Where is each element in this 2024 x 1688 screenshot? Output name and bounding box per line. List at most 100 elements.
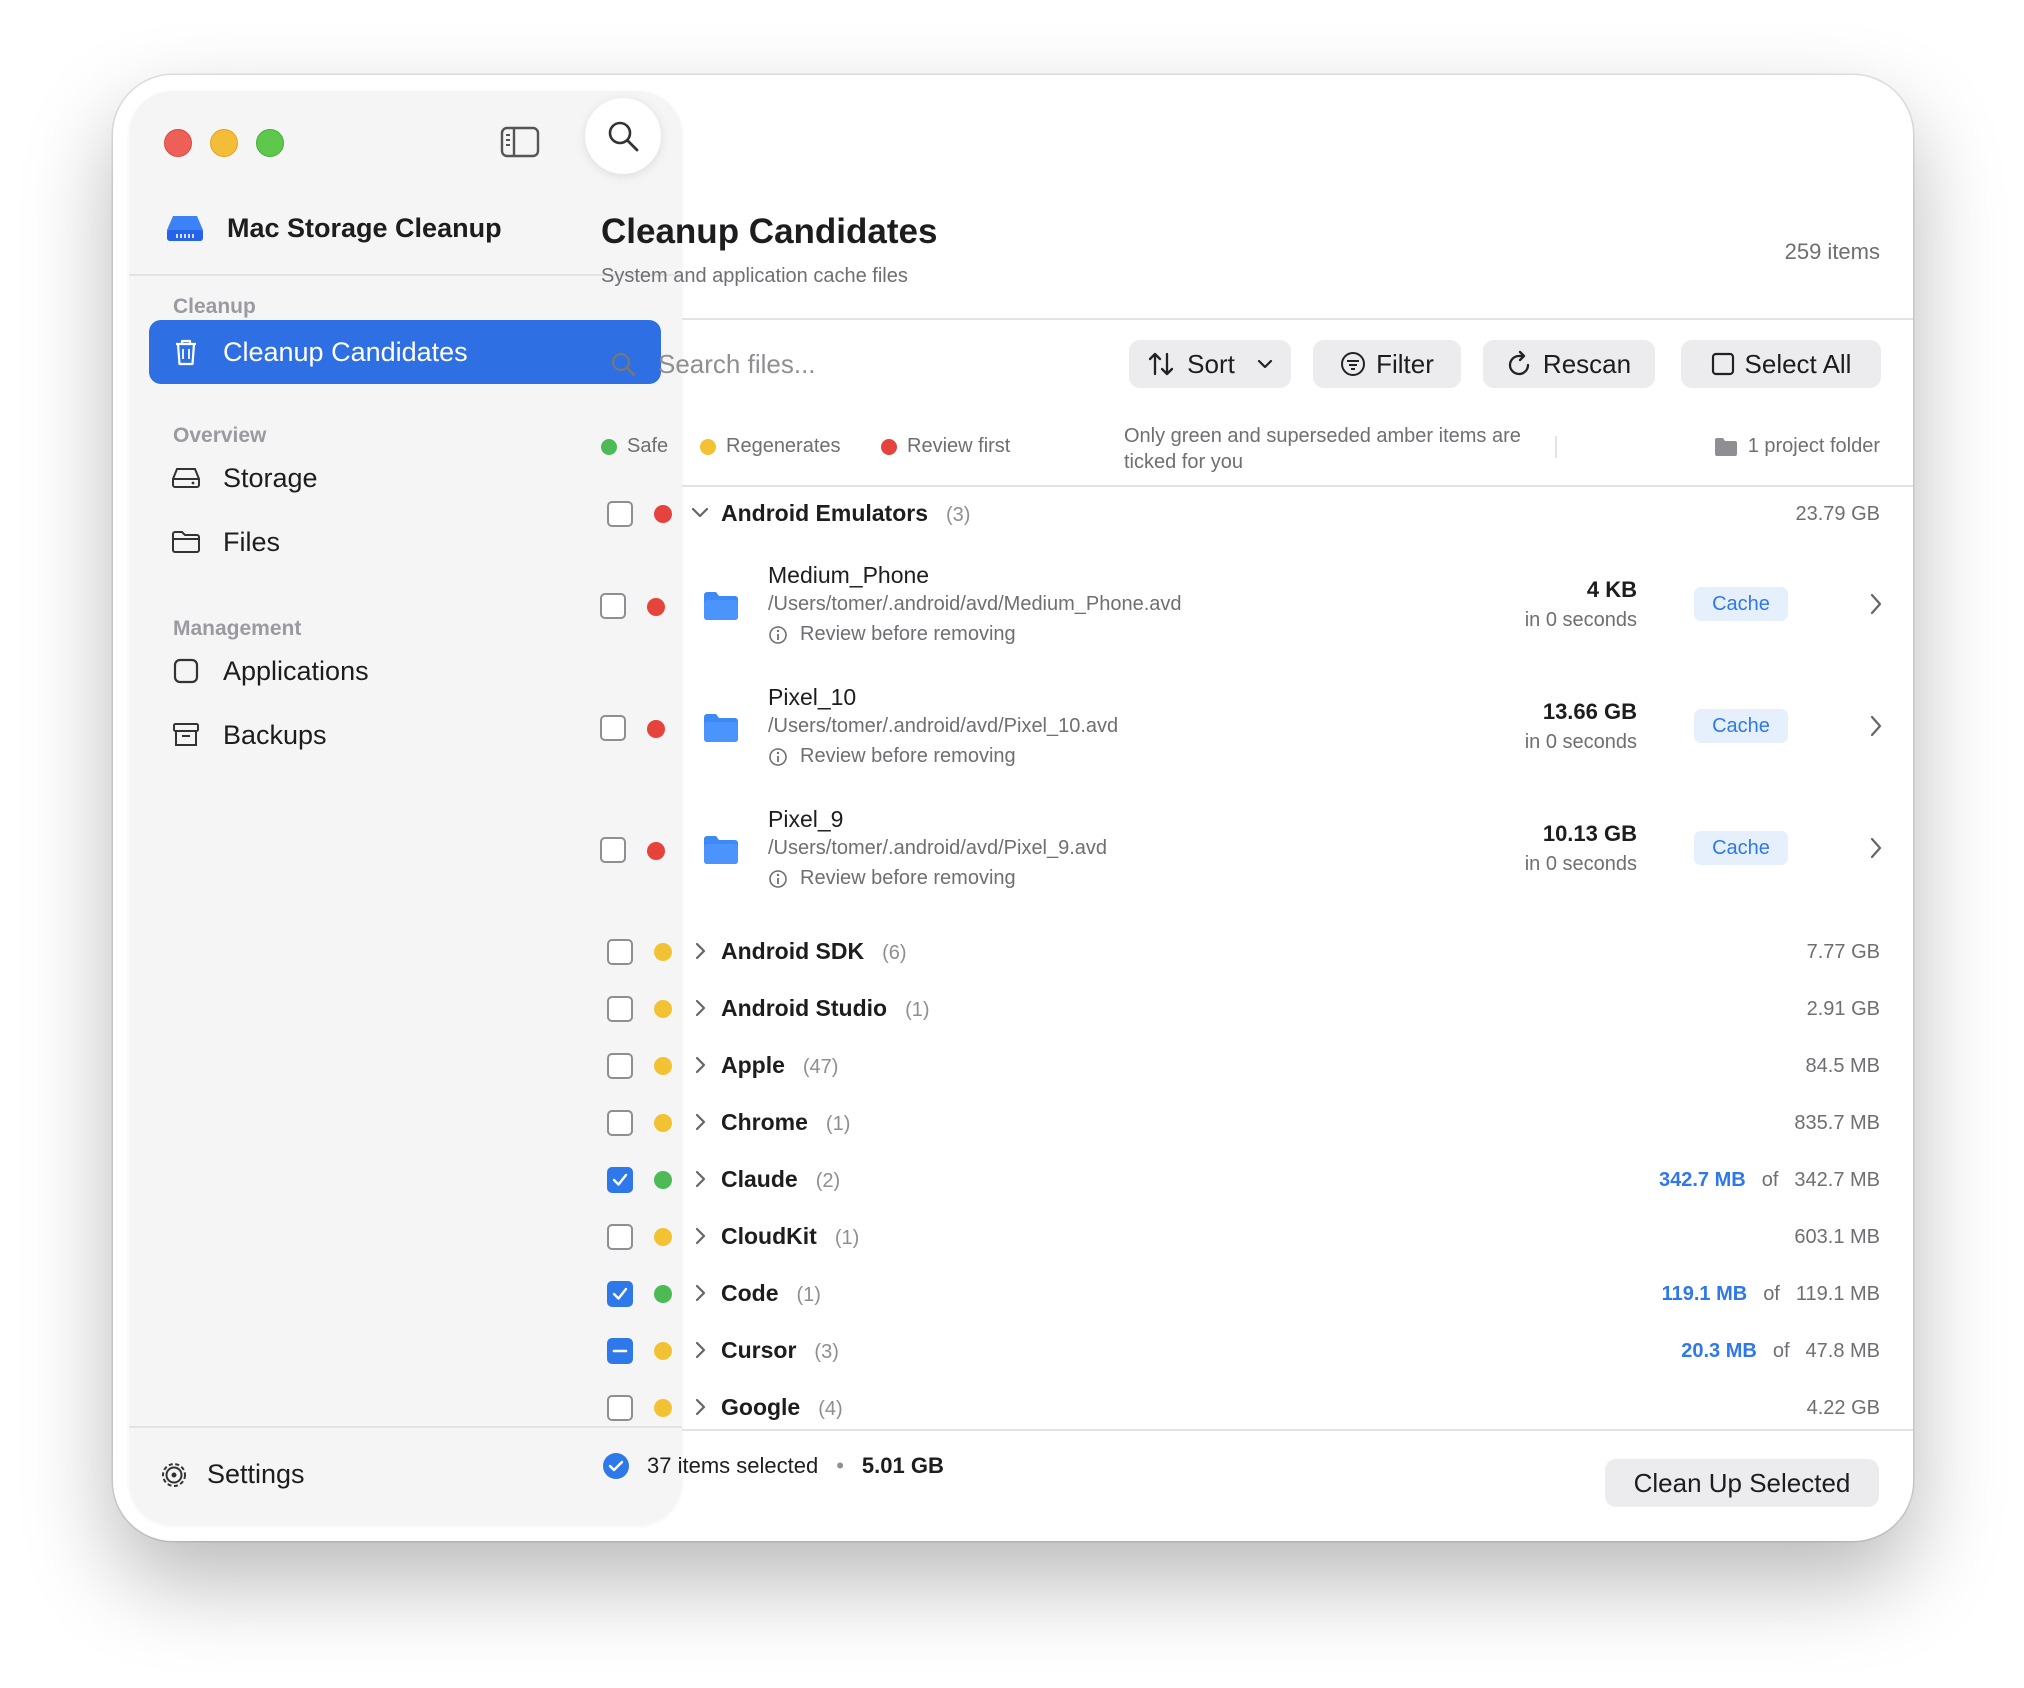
rescan-label: Rescan — [1542, 348, 1632, 379]
search-placeholder: Search files... — [658, 348, 816, 379]
chevron-right-icon[interactable] — [693, 1226, 709, 1246]
group-name[interactable]: Android Emulators (3) — [721, 500, 970, 527]
selected-count: 37 items selected — [647, 1453, 819, 1478]
group-size: 7.77 GB — [1807, 941, 1880, 964]
gear-icon — [162, 1462, 186, 1487]
group-name-text: Android SDK — [721, 938, 865, 964]
legend-label: Review first — [907, 435, 1011, 457]
group-checkbox[interactable] — [607, 1224, 633, 1250]
sidebar-item-label: Cleanup Candidates — [223, 336, 468, 367]
selected-total-size: 5.01 GB — [861, 1453, 944, 1478]
group-checkbox[interactable] — [607, 996, 633, 1022]
group-name[interactable]: Code (1) — [721, 1280, 821, 1307]
page-subtitle: System and application cache files — [601, 265, 908, 287]
group-name[interactable]: Apple (47) — [721, 1052, 838, 1079]
project-folder-indicator[interactable]: 1 project folder — [1714, 435, 1880, 458]
zoom-window-button[interactable] — [256, 129, 284, 157]
app-name: Mac Storage Cleanup — [227, 212, 502, 243]
filter-icon — [1341, 352, 1366, 376]
chevron-right-icon[interactable] — [693, 1112, 709, 1132]
item-time: in 0 seconds — [1524, 731, 1637, 753]
group-selected-size: 119.1 MB — [1661, 1283, 1748, 1305]
group-name[interactable]: CloudKit (1) — [721, 1223, 859, 1250]
group-name[interactable]: Claude (2) — [721, 1166, 840, 1193]
search-input[interactable]: Search files... — [610, 340, 816, 388]
legend-label: Safe — [627, 435, 669, 457]
status-dot — [647, 720, 665, 738]
chevron-right-icon[interactable] — [1869, 714, 1883, 738]
group-name-text: Chrome — [721, 1109, 808, 1135]
info-icon — [769, 747, 787, 766]
regenerates-dot — [700, 438, 716, 455]
info-icon — [769, 625, 787, 644]
folder-icon — [171, 527, 201, 557]
chevron-right-icon[interactable] — [693, 1340, 709, 1360]
folder-icon — [704, 836, 738, 864]
group-size: 2.91 GB — [1807, 998, 1880, 1021]
sort-button[interactable]: Sort — [1129, 340, 1291, 388]
item-note-text: Review before removing — [800, 623, 1016, 645]
divider — [682, 318, 1913, 320]
chevron-right-icon[interactable] — [693, 1397, 709, 1417]
settings-button[interactable]: Settings — [159, 1459, 305, 1490]
group-count: (1) — [834, 1227, 860, 1249]
sidebar-item-applications[interactable]: Applications — [149, 639, 661, 703]
minus-icon — [612, 1349, 628, 1353]
group-name[interactable]: Android Studio (1) — [721, 995, 930, 1022]
chevron-right-icon[interactable] — [693, 1169, 709, 1189]
divider — [1555, 436, 1557, 458]
item-checkbox[interactable] — [600, 593, 626, 619]
group-name[interactable]: Android SDK (6) — [721, 938, 907, 965]
minimize-window-button[interactable] — [210, 129, 238, 157]
filter-button[interactable]: Filter — [1313, 340, 1461, 388]
chevron-right-icon[interactable] — [693, 1283, 709, 1303]
sidebar-item-backups[interactable]: Backups — [149, 703, 661, 767]
cache-tag: Cache — [1694, 831, 1788, 865]
trash-icon — [171, 337, 201, 367]
filter-label: Filter — [1376, 348, 1434, 379]
chevron-right-icon[interactable] — [1869, 836, 1883, 860]
select-all-button[interactable]: Select All — [1681, 340, 1881, 388]
sidebar-item-files[interactable]: Files — [149, 510, 661, 574]
group-checkbox[interactable] — [607, 939, 633, 965]
status-dot — [654, 505, 672, 523]
group-checkbox[interactable] — [607, 1053, 633, 1079]
item-checkbox[interactable] — [600, 837, 626, 863]
checkmark-circle-icon — [603, 1453, 629, 1479]
item-path: /Users/tomer/.android/avd/Pixel_10.avd — [768, 715, 1119, 737]
clean-up-selected-button[interactable]: Clean Up Selected — [1605, 1459, 1879, 1507]
drive-icon — [171, 463, 201, 493]
group-name[interactable]: Chrome (1) — [721, 1109, 850, 1136]
sidebar-toggle-icon[interactable] — [500, 126, 540, 158]
group-checkbox[interactable] — [607, 1110, 633, 1136]
drive-icon — [167, 216, 203, 241]
checkmark-icon — [612, 1173, 628, 1186]
sidebar-item-storage[interactable]: Storage — [149, 446, 661, 510]
app-square-icon — [171, 656, 201, 686]
chevron-right-icon[interactable] — [1869, 592, 1883, 616]
chevron-down-icon[interactable] — [690, 505, 710, 521]
chevron-right-icon[interactable] — [693, 941, 709, 961]
divider — [129, 274, 682, 276]
chevron-right-icon[interactable] — [693, 1055, 709, 1075]
global-search-button[interactable] — [585, 98, 661, 174]
legend-label: Regenerates — [726, 435, 841, 457]
group-checkbox[interactable] — [607, 1395, 633, 1421]
status-dot — [654, 1342, 672, 1360]
rescan-button[interactable]: Rescan — [1483, 340, 1655, 388]
group-size: 342.7 MB of 342.7 MB — [1659, 1169, 1880, 1192]
cache-tag: Cache — [1694, 709, 1788, 743]
sidebar-item-cleanup-candidates[interactable]: Cleanup Candidates — [149, 320, 661, 384]
group-size: 119.1 MB of 119.1 MB — [1662, 1283, 1880, 1306]
group-name[interactable]: Google (4) — [721, 1394, 843, 1421]
item-checkbox[interactable] — [600, 715, 626, 741]
group-name[interactable]: Cursor (3) — [721, 1337, 839, 1364]
group-checkbox[interactable] — [607, 1338, 633, 1364]
group-checkbox[interactable] — [607, 1167, 633, 1193]
group-checkbox[interactable] — [607, 501, 633, 527]
refresh-icon — [1508, 350, 1530, 376]
chevron-right-icon[interactable] — [693, 998, 709, 1018]
group-name-text: Android Studio — [721, 995, 888, 1021]
close-window-button[interactable] — [164, 129, 192, 157]
group-checkbox[interactable] — [607, 1281, 633, 1307]
